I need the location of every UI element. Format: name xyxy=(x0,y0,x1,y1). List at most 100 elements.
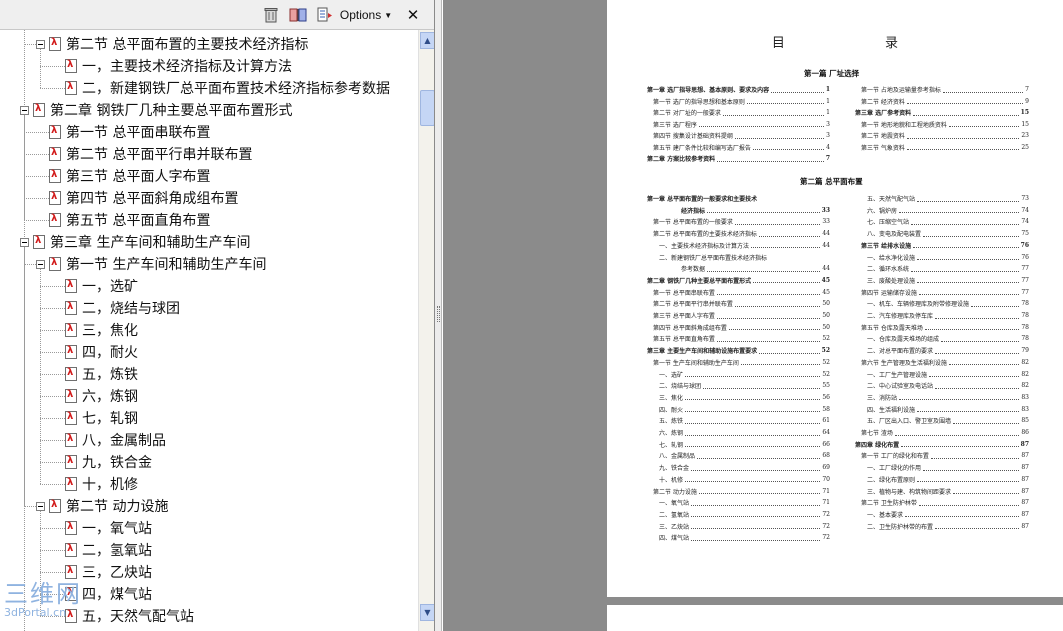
toc-entry-title: 八、金属制品 xyxy=(659,453,696,461)
bookmark-item[interactable]: 四，耐火 xyxy=(52,341,138,363)
options-label: Options xyxy=(339,8,382,22)
bookmark-label: 第五节 总平面直角布置 xyxy=(66,213,211,229)
panel-splitter[interactable] xyxy=(435,0,442,631)
toc-entry-page: 50 xyxy=(822,323,830,331)
bookmark-item[interactable]: 第二节 总平面平行串并联布置 xyxy=(36,143,252,165)
toc-entry: 八、变电及配电装置 75 xyxy=(867,228,1029,239)
bookmark-item[interactable]: 第五节 总平面直角布置 xyxy=(36,209,210,231)
pdf-bookmark-icon xyxy=(65,477,77,491)
close-icon[interactable]: ✕ xyxy=(404,6,422,24)
toc-entry-page: 44 xyxy=(822,241,830,249)
toc-leader xyxy=(948,359,1020,366)
toc-entry-page: 45 xyxy=(822,288,830,296)
toc-leader xyxy=(691,535,821,541)
bookmark-item[interactable]: 第二章 钢铁厂几种主要总平面布置形式 xyxy=(20,99,292,121)
toc-entry: 三、废酸处理设施 77 xyxy=(867,275,1029,286)
toc-entry-page: 15 xyxy=(1021,120,1029,128)
bookmarks-toolbar: Options ▼ ✕ xyxy=(0,0,434,30)
toc-entry: 二、氢氧站 72 xyxy=(659,509,830,520)
bookmark-item[interactable]: 第二节 总平面布置的主要技术经济指标 xyxy=(36,33,308,55)
book-icon[interactable] xyxy=(288,6,308,24)
collapse-toggle-icon[interactable] xyxy=(20,105,29,115)
properties-icon[interactable] xyxy=(316,6,334,24)
bookmark-label: 第四节 总平面斜角成组布置 xyxy=(66,191,239,207)
scroll-down-icon[interactable]: ▼ xyxy=(420,604,434,621)
bookmark-item[interactable]: 第二节 动力设施 xyxy=(36,495,168,517)
toc-entry: 二、循环水系统 77 xyxy=(867,263,1029,274)
toc-entry-page: 82 xyxy=(1021,370,1029,378)
collapse-toggle-icon[interactable] xyxy=(36,39,45,49)
bookmark-item[interactable]: 第三章 生产车间和辅助生产车间 xyxy=(20,231,250,253)
toc-leader xyxy=(894,430,1020,436)
bookmark-label: 八，金属制品 xyxy=(82,433,166,449)
bookmark-label: 六，炼钢 xyxy=(82,389,138,405)
bookmark-item[interactable]: 第一节 总平面串联布置 xyxy=(36,121,210,143)
bookmark-item[interactable]: 一，主要技术经济指标及计算方法 xyxy=(52,55,292,77)
toc-entry: 第四节 运输储存设施 77 xyxy=(861,287,1029,298)
toc-leader xyxy=(771,87,824,93)
collapse-toggle-icon[interactable] xyxy=(36,501,45,511)
toc-leader xyxy=(685,371,821,377)
bookmark-item[interactable]: 五，炼铁 xyxy=(52,363,138,385)
toc-entry: 第一节 地形地貌和工程地质资料 15 xyxy=(861,119,1029,130)
bookmark-item[interactable]: 十，机修 xyxy=(52,473,138,495)
bookmark-item[interactable]: 第三节 总平面人字布置 xyxy=(36,165,210,187)
toc-entry: 四、耐火 58 xyxy=(659,404,830,415)
options-menu-button[interactable]: Options ▼ xyxy=(340,6,392,24)
toc-entry-page: 73 xyxy=(1021,195,1029,202)
splitter-grip-icon[interactable] xyxy=(437,306,440,322)
toc-entry-title: 二、绿化布置原则 xyxy=(867,476,916,484)
bookmark-item[interactable]: 七，轧钢 xyxy=(52,407,138,429)
toc-entry-title: 第一节 占地及运输量参考指标 xyxy=(861,87,941,94)
toc-entry: 第五节 建厂条件比较和编写选厂报告 4 xyxy=(653,142,830,153)
document-view[interactable]: 目 录 第一篇 厂址选择 第一章 选厂指导思想、基本原则、要求及内容 1 第一节 选… xyxy=(443,0,1063,631)
toc-entry-title: 三、焦化 xyxy=(659,394,684,402)
collapse-toggle-icon[interactable] xyxy=(20,237,29,247)
toc-entry-title: 一、主要技术经济指标及计算方法 xyxy=(659,242,750,250)
toc-entry-page: 68 xyxy=(822,452,830,460)
bookmark-item[interactable]: 九，铁合金 xyxy=(52,451,152,473)
bookmark-tree: 第一节 总平面图布置的一般要求第二节 总平面布置的主要技术经济指标一，主要技术经… xyxy=(0,18,418,631)
toc-entry-title: 经济指标 xyxy=(681,207,706,215)
toc-entry-title: 第四节 运输储存设施 xyxy=(861,289,917,297)
bookmark-item[interactable]: 二，氢氧站 xyxy=(52,539,152,561)
bookmark-item[interactable]: 八，金属制品 xyxy=(52,429,166,451)
toc-entry-page: 58 xyxy=(822,405,830,413)
toc-leader xyxy=(913,110,1019,116)
trash-icon[interactable] xyxy=(262,6,280,24)
toc-entry-title: 九、铁合金 xyxy=(659,465,690,473)
toc-entry: 第二章 钢铁厂几种主要总平面布置形式 45 xyxy=(647,275,830,286)
toc-entry-page: 64 xyxy=(822,429,830,436)
toc-leader xyxy=(948,121,1020,127)
toc-entry: 第四节 总平面斜角成组布置 50 xyxy=(653,322,830,333)
toc-entry-title: 八、变电及配电装置 xyxy=(867,231,922,239)
bookmark-label: 九，铁合金 xyxy=(82,455,152,471)
pdf-bookmark-icon xyxy=(49,213,61,227)
bookmark-item[interactable]: 六，炼钢 xyxy=(52,385,138,407)
collapse-toggle-icon[interactable] xyxy=(36,259,45,269)
scroll-up-icon[interactable]: ▲ xyxy=(420,32,434,49)
toc-entry: 第一节 总平面布置的一般要求 33 xyxy=(653,216,830,227)
toc-leader xyxy=(953,418,1020,424)
toc-entry: 一、主要技术经济指标及计算方法 44 xyxy=(659,240,830,251)
toc-entry-page: 1 xyxy=(825,86,830,93)
bookmarks-scrollbar[interactable]: ▲ ▼ xyxy=(418,30,434,631)
toc-leader xyxy=(707,207,820,214)
toc-entry: 第一节 生产车间和辅助生产车间 52 xyxy=(653,357,830,368)
toc-leader xyxy=(906,98,1024,104)
bookmark-item[interactable]: 二，烧结与球团 xyxy=(52,297,180,319)
bookmark-item[interactable]: 第一节 生产车间和辅助生产车间 xyxy=(36,253,266,275)
toc-entry-page: 52 xyxy=(821,347,830,355)
toc-entry: 二、中心试验室及电话站 82 xyxy=(867,380,1029,391)
toc-entry-page: 87 xyxy=(1021,487,1029,495)
scrollbar-thumb[interactable] xyxy=(420,90,434,126)
toc-entry-page: 74 xyxy=(1021,218,1029,226)
toc-entry: 一、氧气站 71 xyxy=(659,497,830,508)
bookmark-item[interactable]: 一，选矿 xyxy=(52,275,138,297)
bookmark-item[interactable]: 三，焦化 xyxy=(52,319,138,341)
bookmark-item[interactable]: 第四节 总平面斜角成组布置 xyxy=(36,187,238,209)
bookmark-item[interactable]: 二，新建钢铁厂总平面布置技术经济指标参考数据 xyxy=(52,77,390,99)
bookmark-item[interactable]: 一，氧气站 xyxy=(52,517,152,539)
toc-entry: 一、机车、车辆修理库及附带修理设施 78 xyxy=(867,298,1029,309)
bookmark-label: 第二节 动力设施 xyxy=(66,499,169,515)
